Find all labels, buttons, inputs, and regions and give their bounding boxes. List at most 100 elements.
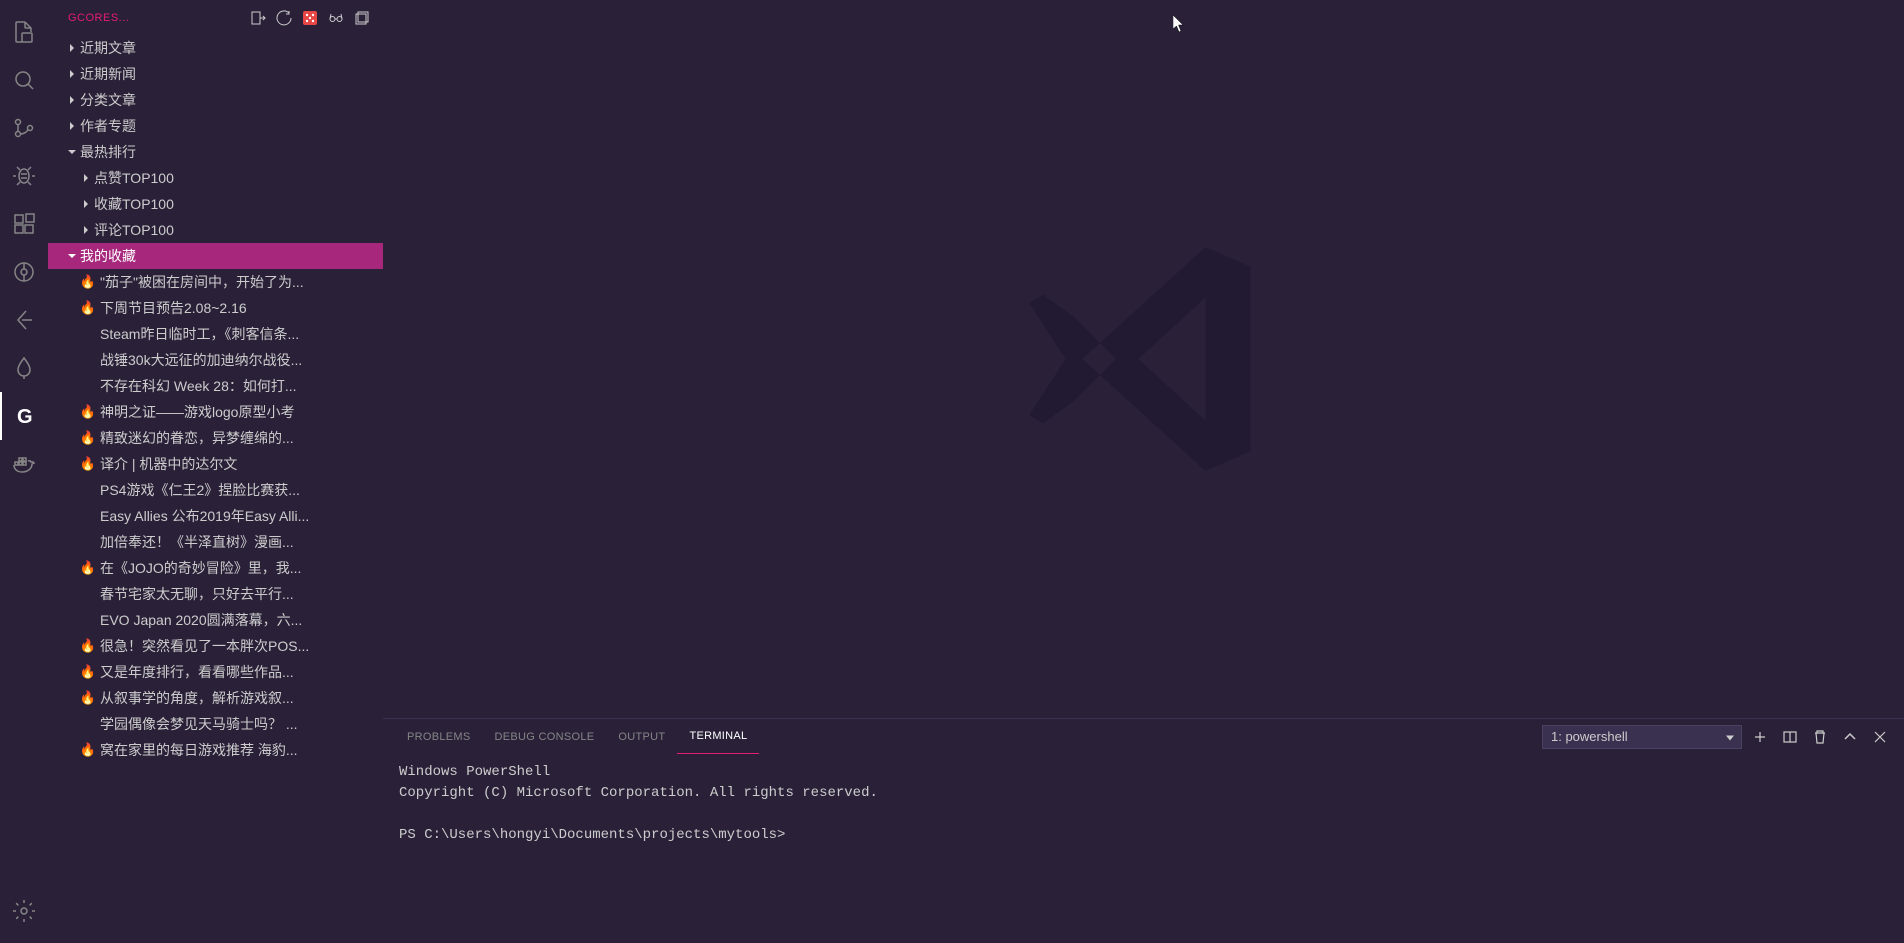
tree-section[interactable]: 作者专题 <box>48 113 383 139</box>
extensions-icon[interactable] <box>0 200 48 248</box>
chevron-down-icon <box>64 248 80 264</box>
favorite-item[interactable]: 战锤30k大远征的加迪纳尔战役... <box>48 347 383 373</box>
fire-icon <box>80 378 96 394</box>
search-icon[interactable] <box>0 56 48 104</box>
favorite-item[interactable]: 🔥在《JOJO的奇妙冒险》里，我... <box>48 555 383 581</box>
terminal-select[interactable]: 1: powershell <box>1542 725 1742 749</box>
fire-icon <box>80 612 96 628</box>
favorite-item[interactable]: 🔥从叙事学的角度，解析游戏叙... <box>48 685 383 711</box>
favorite-label: 战锤30k大远征的加迪纳尔战役... <box>100 350 302 370</box>
favorite-item[interactable]: 🔥译介 | 机器中的达尔文 <box>48 451 383 477</box>
fire-icon: 🔥 <box>80 638 96 654</box>
sidebar-title: GCORES... <box>68 12 245 24</box>
docker-icon[interactable] <box>0 440 48 488</box>
tree-section[interactable]: 收藏TOP100 <box>48 191 383 217</box>
favorite-label: 精致迷幻的眷恋，异梦缠绵的... <box>100 428 294 448</box>
favorite-label: Steam昨日临时工，《刺客信条... <box>100 324 299 344</box>
fire-icon: 🔥 <box>80 560 96 576</box>
fire-icon <box>80 482 96 498</box>
favorite-label: 春节宅家太无聊，只好去平行... <box>100 584 294 604</box>
debug-icon[interactable] <box>0 152 48 200</box>
favorite-item[interactable]: PS4游戏《仁王2》捏脸比赛获... <box>48 477 383 503</box>
chevron-right-icon <box>78 196 94 212</box>
tree-section[interactable]: 评论TOP100 <box>48 217 383 243</box>
terminal-body[interactable]: Windows PowerShell Copyright (C) Microso… <box>383 754 1904 943</box>
chevron-right-icon <box>64 118 80 134</box>
fire-icon: 🔥 <box>80 742 96 758</box>
chevron-right-icon <box>64 92 80 108</box>
tree-section[interactable]: 最热排行 <box>48 139 383 165</box>
fire-icon <box>80 534 96 550</box>
favorite-label: 不存在科幻 Week 28：如何打... <box>100 376 297 396</box>
sidebar-header: GCORES... <box>48 0 383 35</box>
fire-icon: 🔥 <box>80 404 96 420</box>
favorite-label: 加倍奉还！《半泽直树》漫画... <box>100 532 294 552</box>
gcores-icon[interactable]: G <box>0 392 48 440</box>
settings-icon[interactable] <box>0 887 48 935</box>
favorite-item[interactable]: Steam昨日临时工，《刺客信条... <box>48 321 383 347</box>
favorite-label: EVO Japan 2020圆满落幕，六... <box>100 610 302 630</box>
panel-tabs: PROBLEMS DEBUG CONSOLE OUTPUT TERMINAL 1… <box>383 719 1904 754</box>
fire-icon <box>80 352 96 368</box>
fire-icon <box>80 508 96 524</box>
tab-debug-console[interactable]: DEBUG CONSOLE <box>483 719 607 754</box>
favorite-item[interactable]: 🔥"茄子"被困在房间中，开始了为... <box>48 269 383 295</box>
fire-icon: 🔥 <box>80 664 96 680</box>
favorite-item[interactable]: 🔥很急！突然看见了一本胖次POS... <box>48 633 383 659</box>
fire-icon: 🔥 <box>80 690 96 706</box>
bottom-panel: PROBLEMS DEBUG CONSOLE OUTPUT TERMINAL 1… <box>383 718 1904 943</box>
favorite-label: 下周节目预告2.08~2.16 <box>100 298 247 318</box>
favorite-item[interactable]: 🔥神明之证——游戏logo原型小考 <box>48 399 383 425</box>
favorite-label: 又是年度排行，看看哪些作品... <box>100 662 294 682</box>
favorite-item[interactable]: 🔥又是年度排行，看看哪些作品... <box>48 659 383 685</box>
chevron-right-icon <box>78 170 94 186</box>
dice-icon[interactable] <box>297 5 323 31</box>
favorite-item[interactable]: 不存在科幻 Week 28：如何打... <box>48 373 383 399</box>
close-panel-icon[interactable] <box>1868 725 1892 749</box>
leetcode-icon[interactable] <box>0 296 48 344</box>
tree-section[interactable]: 近期新闻 <box>48 61 383 87</box>
favorite-item[interactable]: 🔥下周节目预告2.08~2.16 <box>48 295 383 321</box>
glasses-icon[interactable] <box>323 5 349 31</box>
refresh-icon[interactable] <box>271 5 297 31</box>
favorite-item[interactable]: 🔥精致迷幻的眷恋，异梦缠绵的... <box>48 425 383 451</box>
restore-icon[interactable] <box>349 5 375 31</box>
gitlens-icon[interactable] <box>0 248 48 296</box>
favorite-label: 译介 | 机器中的达尔文 <box>100 454 237 474</box>
tree-section[interactable]: 点赞TOP100 <box>48 165 383 191</box>
tree-section[interactable]: 分类文章 <box>48 87 383 113</box>
editor-area <box>383 0 1904 718</box>
tree-section[interactable]: 近期文章 <box>48 35 383 61</box>
tab-problems[interactable]: PROBLEMS <box>395 719 483 754</box>
tree-icon[interactable] <box>0 344 48 392</box>
tab-terminal[interactable]: TERMINAL <box>677 719 759 754</box>
tree-section-favorites[interactable]: 我的收藏 <box>48 243 383 269</box>
new-terminal-icon[interactable] <box>1748 725 1772 749</box>
chevron-right-icon <box>78 222 94 238</box>
logout-icon[interactable] <box>245 5 271 31</box>
fire-icon: 🔥 <box>80 274 96 290</box>
fire-icon: 🔥 <box>80 300 96 316</box>
source-control-icon[interactable] <box>0 104 48 152</box>
split-terminal-icon[interactable] <box>1778 725 1802 749</box>
tab-output[interactable]: OUTPUT <box>606 719 677 754</box>
maximize-panel-icon[interactable] <box>1838 725 1862 749</box>
favorite-item[interactable]: 学园偶像会梦见天马骑士吗？ ... <box>48 711 383 737</box>
chevron-right-icon <box>64 66 80 82</box>
favorite-label: Easy Allies 公布2019年Easy Alli... <box>100 506 309 526</box>
explorer-icon[interactable] <box>0 8 48 56</box>
svg-text:G: G <box>17 406 33 428</box>
sidebar-tree: 近期文章 近期新闻 分类文章 作者专题 最热排行 点赞TOP100 <box>48 35 383 943</box>
favorite-item[interactable]: 🔥窝在家里的每日游戏推荐 海豹... <box>48 737 383 763</box>
favorite-item[interactable]: 春节宅家太无聊，只好去平行... <box>48 581 383 607</box>
favorite-item[interactable]: Easy Allies 公布2019年Easy Alli... <box>48 503 383 529</box>
fire-icon <box>80 326 96 342</box>
activity-bar: G <box>0 0 48 943</box>
favorite-item[interactable]: 加倍奉还！《半泽直树》漫画... <box>48 529 383 555</box>
favorite-item[interactable]: EVO Japan 2020圆满落幕，六... <box>48 607 383 633</box>
kill-terminal-icon[interactable] <box>1808 725 1832 749</box>
main-area: PROBLEMS DEBUG CONSOLE OUTPUT TERMINAL 1… <box>383 0 1904 943</box>
favorite-label: "茄子"被困在房间中，开始了为... <box>100 272 304 292</box>
favorite-label: PS4游戏《仁王2》捏脸比赛获... <box>100 480 300 500</box>
favorite-label: 很急！突然看见了一本胖次POS... <box>100 636 309 656</box>
